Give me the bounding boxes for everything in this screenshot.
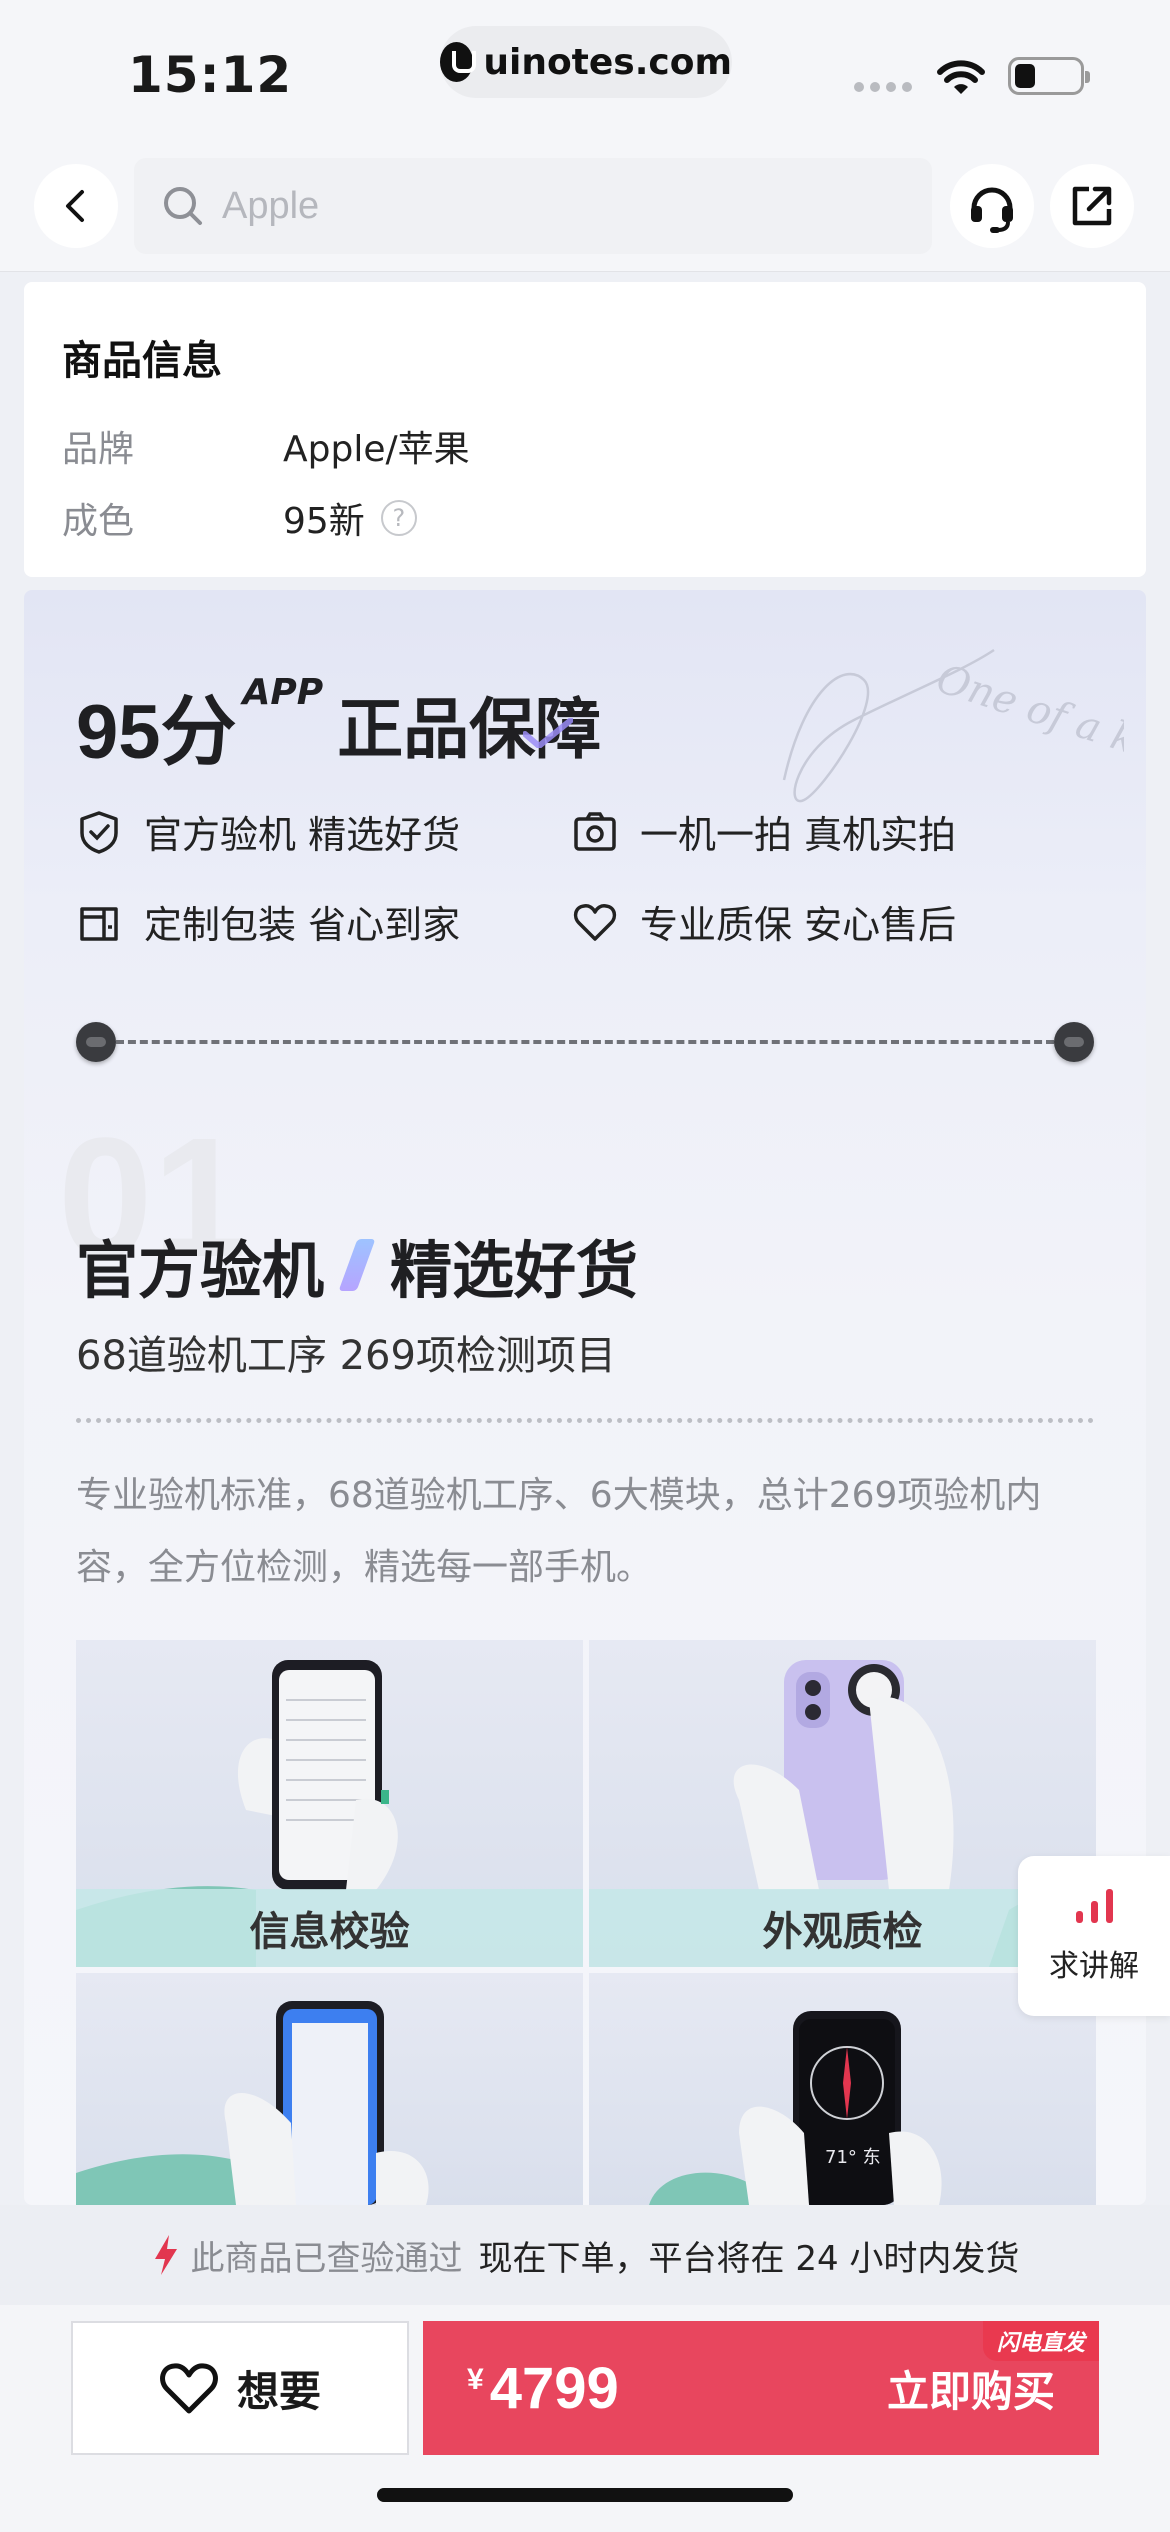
heart-outline-icon [160,2363,218,2414]
inspection-tile[interactable] [76,1973,583,2205]
inspection-image-grid: 信息校验 外观质检 71° 东 [76,1640,1096,2205]
inspection-tile[interactable]: 信息校验 [76,1640,583,1967]
guarantee-title: 95分 APP 正品保障 [76,670,601,780]
track-knob-right [1054,1022,1094,1062]
lightning-icon [154,2235,177,2275]
want-label: 想要 [236,2366,321,2416]
currency-symbol: ¥ [467,2362,484,2396]
request-explain-button[interactable]: 求讲解 [1018,1856,1170,2016]
price: ¥ 4799 [467,2355,619,2422]
back-button[interactable] [34,164,118,248]
buy-now-button[interactable]: ¥ 4799 立即购买 闪电直发 [423,2321,1099,2455]
info-row-brand: 品牌 Apple/苹果 [62,420,470,472]
chevron-left-icon [66,190,84,222]
feature-text: 专业质保 安心售后 [640,903,957,947]
slash-accent [338,1239,376,1291]
feature-text: 定制包装 省心到家 [144,903,461,947]
svg-text:71° 东: 71° 东 [825,2147,881,2168]
status-time: 15:12 [128,46,293,104]
camera-icon [574,811,616,851]
url-pill[interactable]: uinotes.com [440,26,732,98]
divider-track [76,1022,1094,1062]
share-icon [1072,186,1112,226]
feature-item: 一机一拍 真机实拍 [572,804,956,859]
price-value: 4799 [489,2355,619,2421]
request-explain-label: 求讲解 [1049,1949,1139,1984]
guarantee-score: 95分 [76,690,237,775]
wifi-icon [937,60,985,94]
info-value: 95新 [283,501,365,542]
want-button[interactable]: 想要 [71,2321,409,2455]
dashed-line [116,1040,1054,1044]
battery-icon [1008,57,1090,95]
headset-icon [971,187,1013,233]
section-title-right: 精选好货 [390,1234,639,1307]
info-label: 品牌 [62,429,135,470]
shipping-text: 现在下单，平台将在 24 小时内发货 [478,2238,1020,2279]
flash-ship-badge: 闪电直发 [982,2321,1099,2361]
home-indicator[interactable] [377,2488,793,2502]
status-bar: 15:12 uinotes.com [0,0,1170,150]
shield-check-icon [80,810,118,854]
section-title-left: 官方验机 [76,1234,325,1307]
feature-item: 官方验机 精选好货 [76,804,460,859]
site-logo-icon [440,42,477,82]
section-description: 专业验机标准，68道验机工序、6大模块，总计269项验机内容，全方位检测，精选每… [76,1475,1042,1588]
section-subtitle: 68道验机工序 269项检测项目 [76,1333,616,1379]
script-text: One of a kind [931,656,1124,784]
script-decoration: One of a kind [782,648,1124,803]
section-title: 官方验机 精选好货 [76,1220,638,1310]
search-input[interactable] [222,184,822,228]
info-value: Apple/苹果 [283,429,470,470]
nav-bar [0,150,1170,272]
feature-item: 专业质保 安心售后 [572,894,956,949]
dotted-divider [76,1418,1094,1423]
bar-chart-icon [1075,1887,1113,1923]
verified-text: 此商品已查验通过 [190,2238,463,2279]
info-label: 成色 [62,501,135,542]
tile-label: 信息校验 [76,1889,583,1967]
info-row-condition: 成色 95新 ? [62,492,417,544]
product-info-card: 商品信息 品牌 Apple/苹果 成色 95新 ? [24,282,1146,577]
help-icon[interactable]: ? [380,500,417,536]
product-info-title: 商品信息 [62,338,222,384]
share-button[interactable] [1050,164,1134,248]
package-icon [80,906,118,941]
buy-now-label: 立即购买 [886,2366,1055,2416]
feature-item: 定制包装 省心到家 [76,894,460,949]
guarantee-app: APP [242,672,324,713]
customer-service-button[interactable] [950,164,1034,248]
verified-notice-bar: 此商品已查验通过 现在下单，平台将在 24 小时内发货 [0,2205,1170,2305]
feature-text: 官方验机 精选好货 [144,813,461,857]
guarantee-panel: One of a kind 95分 APP 正品保障 官方验机 精选好货 一机一… [24,590,1146,2205]
search-icon [164,187,202,225]
url-text: uinotes.com [483,41,732,83]
app-root: 15:12 uinotes.com Apple 商品信息 品牌 Apple/苹果… [0,0,1170,2532]
track-knob-left [76,1022,116,1062]
feature-text: 一机一拍 真机实拍 [640,813,957,857]
heart-icon [573,903,617,941]
cellular-signal-icon [854,82,912,92]
search-box[interactable] [134,158,932,254]
screen-inspection-image [76,2001,429,2205]
check-accent-icon [523,718,574,748]
guarantee-main: 正品保障 [337,676,601,772]
